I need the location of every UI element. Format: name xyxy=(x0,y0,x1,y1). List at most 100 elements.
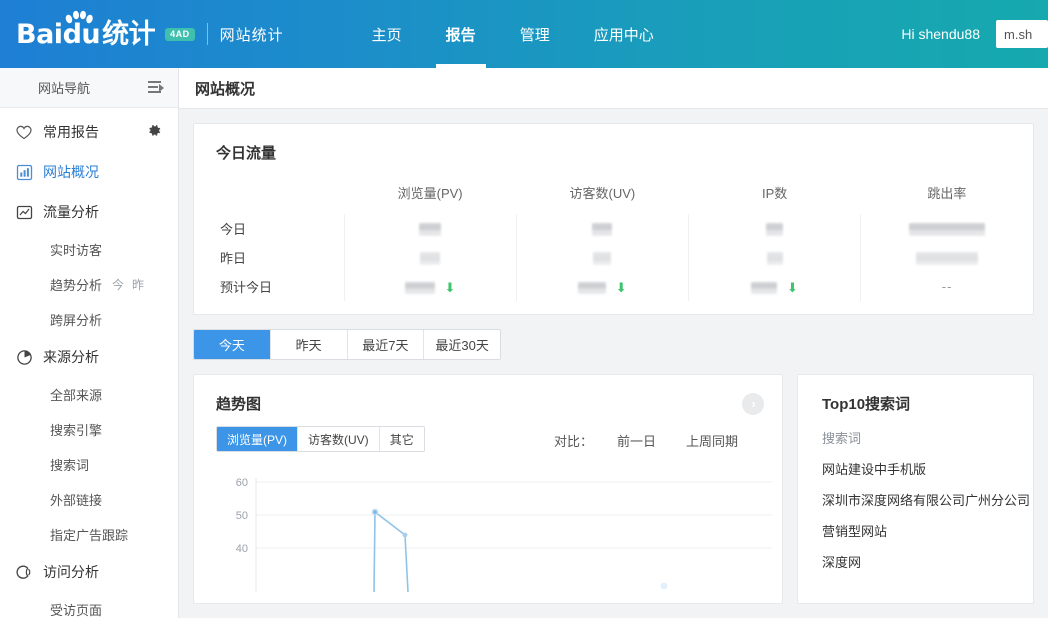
metric-tab-other[interactable]: 其它 xyxy=(380,427,424,451)
ad-badge: 4AD xyxy=(165,28,195,41)
redacted-value xyxy=(916,252,978,265)
cell-estimated-uv: ⬇ xyxy=(516,272,688,301)
logo-suffix-text: 统计 xyxy=(102,21,155,48)
y-tick-60: 60 xyxy=(236,477,248,489)
sidebar-item-ad-tracking[interactable]: 指定广告跟踪 xyxy=(0,517,178,552)
list-item[interactable]: 深圳市深度网络有限公司广州分公司 xyxy=(798,478,1033,509)
trend-down-icon: ⬇ xyxy=(444,281,455,294)
brand-logo[interactable]: Baidu统计 4AD 网站统计 xyxy=(16,0,284,68)
bottom-panels-row: 趋势图 › 浏览量(PV) 访客数(UV) 其它 对比： 前一日 上周同期 xyxy=(193,374,1034,604)
page-header: 网站概况 xyxy=(179,68,1048,109)
sidebar-item-label: 趋势分析 xyxy=(50,275,102,294)
moon-icon xyxy=(14,562,34,582)
y-tick-50: 50 xyxy=(236,510,248,522)
list-item[interactable]: 网站建设中手机版 xyxy=(798,447,1033,478)
empty-value: -- xyxy=(942,279,953,294)
traffic-table-body: 今日 昨日 xyxy=(194,214,1033,301)
trend-tag-yesterday[interactable]: 昨 xyxy=(132,276,144,293)
date-tab-today[interactable]: 今天 xyxy=(194,330,271,359)
trend-chart-card: 趋势图 › 浏览量(PV) 访客数(UV) 其它 对比： 前一日 上周同期 xyxy=(193,374,783,604)
redacted-value xyxy=(751,282,777,294)
sidebar-item-landing-pages[interactable]: 受访页面 xyxy=(0,592,178,618)
data-point-tail xyxy=(661,583,668,590)
nav-item-app-center[interactable]: 应用中心 xyxy=(572,0,676,68)
trend-tag-today[interactable]: 今 xyxy=(112,276,124,293)
sidebar-item-realtime-visitors[interactable]: 实时访客 xyxy=(0,232,178,267)
list-item[interactable]: 深度网 xyxy=(798,540,1033,571)
header-right-area: Hi shendu88 m.sh xyxy=(901,0,1048,68)
series-line-pv xyxy=(374,512,408,592)
trend-down-icon: ⬇ xyxy=(787,281,798,294)
sidebar-item-common-reports[interactable]: 常用报告 xyxy=(0,112,178,152)
comparison-option-same-period-last-week[interactable]: 上周同期 xyxy=(686,431,738,450)
trend-chart-title: 趋势图 xyxy=(216,375,261,414)
sidebar: 网站导航 常用报告 xyxy=(0,68,179,618)
date-tab-last30days[interactable]: 最近30天 xyxy=(424,330,500,359)
sidebar-item-all-sources[interactable]: 全部来源 xyxy=(0,377,178,412)
nav-item-reports[interactable]: 报告 xyxy=(424,0,498,68)
report-icon xyxy=(14,162,34,182)
sidebar-item-label: 受访页面 xyxy=(50,600,102,618)
main-content: 网站概况 今日流量 浏览量(PV) 访客数(UV) IP数 跳出率 xyxy=(179,68,1048,618)
row-label-today: 今日 xyxy=(194,214,344,243)
nav-item-home[interactable]: 主页 xyxy=(350,0,424,68)
sidebar-item-search-engines[interactable]: 搜索引擎 xyxy=(0,412,178,447)
cell-today-pv xyxy=(344,214,516,243)
sidebar-item-trend-analysis[interactable]: 趋势分析 今 昨 xyxy=(0,267,178,302)
row-label-yesterday: 昨日 xyxy=(194,243,344,272)
chevron-right-icon[interactable]: › xyxy=(742,393,764,415)
col-head-bounce: 跳出率 xyxy=(861,177,1033,214)
sidebar-item-label: 指定广告跟踪 xyxy=(50,525,128,544)
cell-yesterday-pv xyxy=(344,243,516,272)
product-subtitle: 网站统计 xyxy=(220,24,284,45)
col-head-blank xyxy=(194,177,344,214)
table-row: 今日 xyxy=(194,214,1033,243)
comparison-option-previous-day[interactable]: 前一日 xyxy=(617,431,656,450)
sidebar-item-label: 访问分析 xyxy=(43,562,99,582)
sidebar-item-search-keywords[interactable]: 搜索词 xyxy=(0,447,178,482)
nav-item-manage[interactable]: 管理 xyxy=(498,0,572,68)
sidebar-item-source-analysis[interactable]: 来源分析 xyxy=(0,337,178,377)
redacted-value xyxy=(592,223,612,236)
date-tab-last7days[interactable]: 最近7天 xyxy=(348,330,425,359)
comparison-controls: 对比： 前一日 上周同期 xyxy=(554,431,768,450)
today-traffic-title: 今日流量 xyxy=(194,124,1033,163)
redacted-value xyxy=(766,223,783,236)
cell-today-ip xyxy=(689,214,861,243)
list-item[interactable]: 营销型网站 xyxy=(798,509,1033,540)
redacted-value xyxy=(593,252,611,265)
site-selector[interactable]: m.sh xyxy=(996,20,1048,48)
sidebar-item-label: 网站概况 xyxy=(43,162,99,182)
col-head-ip: IP数 xyxy=(689,177,861,214)
redacted-value xyxy=(578,282,606,294)
table-row: 预计今日 ⬇ ⬇ ⬇ xyxy=(194,272,1033,301)
pie-icon xyxy=(14,347,34,367)
top10-column-header: 搜索词 xyxy=(798,414,1033,447)
sidebar-item-site-overview[interactable]: 网站概况 xyxy=(0,152,178,192)
comparison-label: 对比： xyxy=(554,431,593,450)
today-traffic-card: 今日流量 浏览量(PV) 访客数(UV) IP数 跳出率 今日 xyxy=(193,123,1034,315)
page-layout: 网站导航 常用报告 xyxy=(0,68,1048,618)
sidebar-item-crossscreen-analysis[interactable]: 跨屏分析 xyxy=(0,302,178,337)
sidebar-header: 网站导航 xyxy=(0,68,178,108)
logo-divider xyxy=(207,23,208,45)
metric-tab-pv[interactable]: 浏览量(PV) xyxy=(217,427,298,451)
sidebar-item-traffic-analysis[interactable]: 流量分析 xyxy=(0,192,178,232)
col-head-pv: 浏览量(PV) xyxy=(344,177,516,214)
metric-tab-uv[interactable]: 访客数(UV) xyxy=(298,427,380,451)
sidebar-collapse-icon[interactable] xyxy=(148,81,164,95)
sidebar-item-visit-analysis[interactable]: 访问分析 xyxy=(0,552,178,592)
top10-keywords-card: Top10搜索词 搜索词 网站建设中手机版 深圳市深度网络有限公司广州分公司 营… xyxy=(797,374,1034,604)
sidebar-item-label: 搜索引擎 xyxy=(50,420,102,439)
gear-icon[interactable] xyxy=(147,123,162,141)
cell-estimated-ip: ⬇ xyxy=(689,272,861,301)
chart-box-icon xyxy=(14,202,34,222)
cell-yesterday-bounce xyxy=(861,243,1033,272)
data-point-second xyxy=(403,533,408,538)
redacted-value xyxy=(909,223,985,236)
redacted-value xyxy=(767,252,783,265)
date-tab-yesterday[interactable]: 昨天 xyxy=(271,330,348,359)
sidebar-item-label: 常用报告 xyxy=(43,122,99,142)
col-head-uv: 访客数(UV) xyxy=(516,177,688,214)
sidebar-item-external-links[interactable]: 外部链接 xyxy=(0,482,178,517)
